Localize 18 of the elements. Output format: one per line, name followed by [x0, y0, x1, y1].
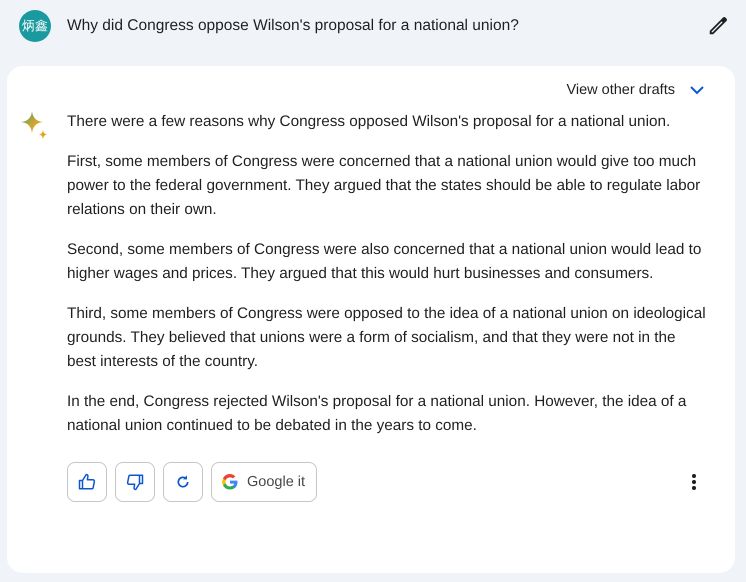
refresh-icon — [175, 474, 191, 490]
response-paragraph: First, some members of Congress were concerned that a national union would give too much power to the federal government. They argued that the states should be able to regulate labor relations on their own. — [67, 152, 702, 220]
thumbs-down-button[interactable] — [115, 462, 155, 502]
more-options-icon[interactable] — [691, 473, 697, 491]
prompt-text: Why did Congress oppose Wilson's proposal for a national union? — [67, 17, 520, 35]
response-paragraph: Third, some members of Congress were opposed to the idea of a national union on ideological grounds. They believed that unions were a form of socialism, and that they were not in the best interests of the country. — [67, 304, 707, 372]
regenerate-button[interactable] — [163, 462, 203, 502]
google-g-icon — [221, 473, 239, 491]
response-paragraph: There were a few reasons why Congress opposed Wilson's proposal for a national union. — [67, 112, 672, 132]
thumbs-up-button[interactable] — [67, 462, 107, 502]
view-drafts-button[interactable]: View other drafts — [566, 78, 705, 102]
thumbs-up-icon — [78, 473, 96, 491]
google-it-button[interactable]: Google it — [211, 462, 318, 502]
user-avatar: 炳鑫 — [19, 10, 51, 42]
thumbs-down-icon — [126, 473, 144, 491]
edit-icon[interactable] — [707, 15, 729, 37]
response-paragraph: In the end, Congress rejected Wilson's proposal for a national union. However, the idea of a national union continued to be debated in the years to come. — [67, 392, 688, 436]
response-paragraph: Second, some members of Congress were also concerned that a national union would lead to higher wages and prices. They argued that this would hurt businesses and consumers. — [67, 240, 702, 284]
